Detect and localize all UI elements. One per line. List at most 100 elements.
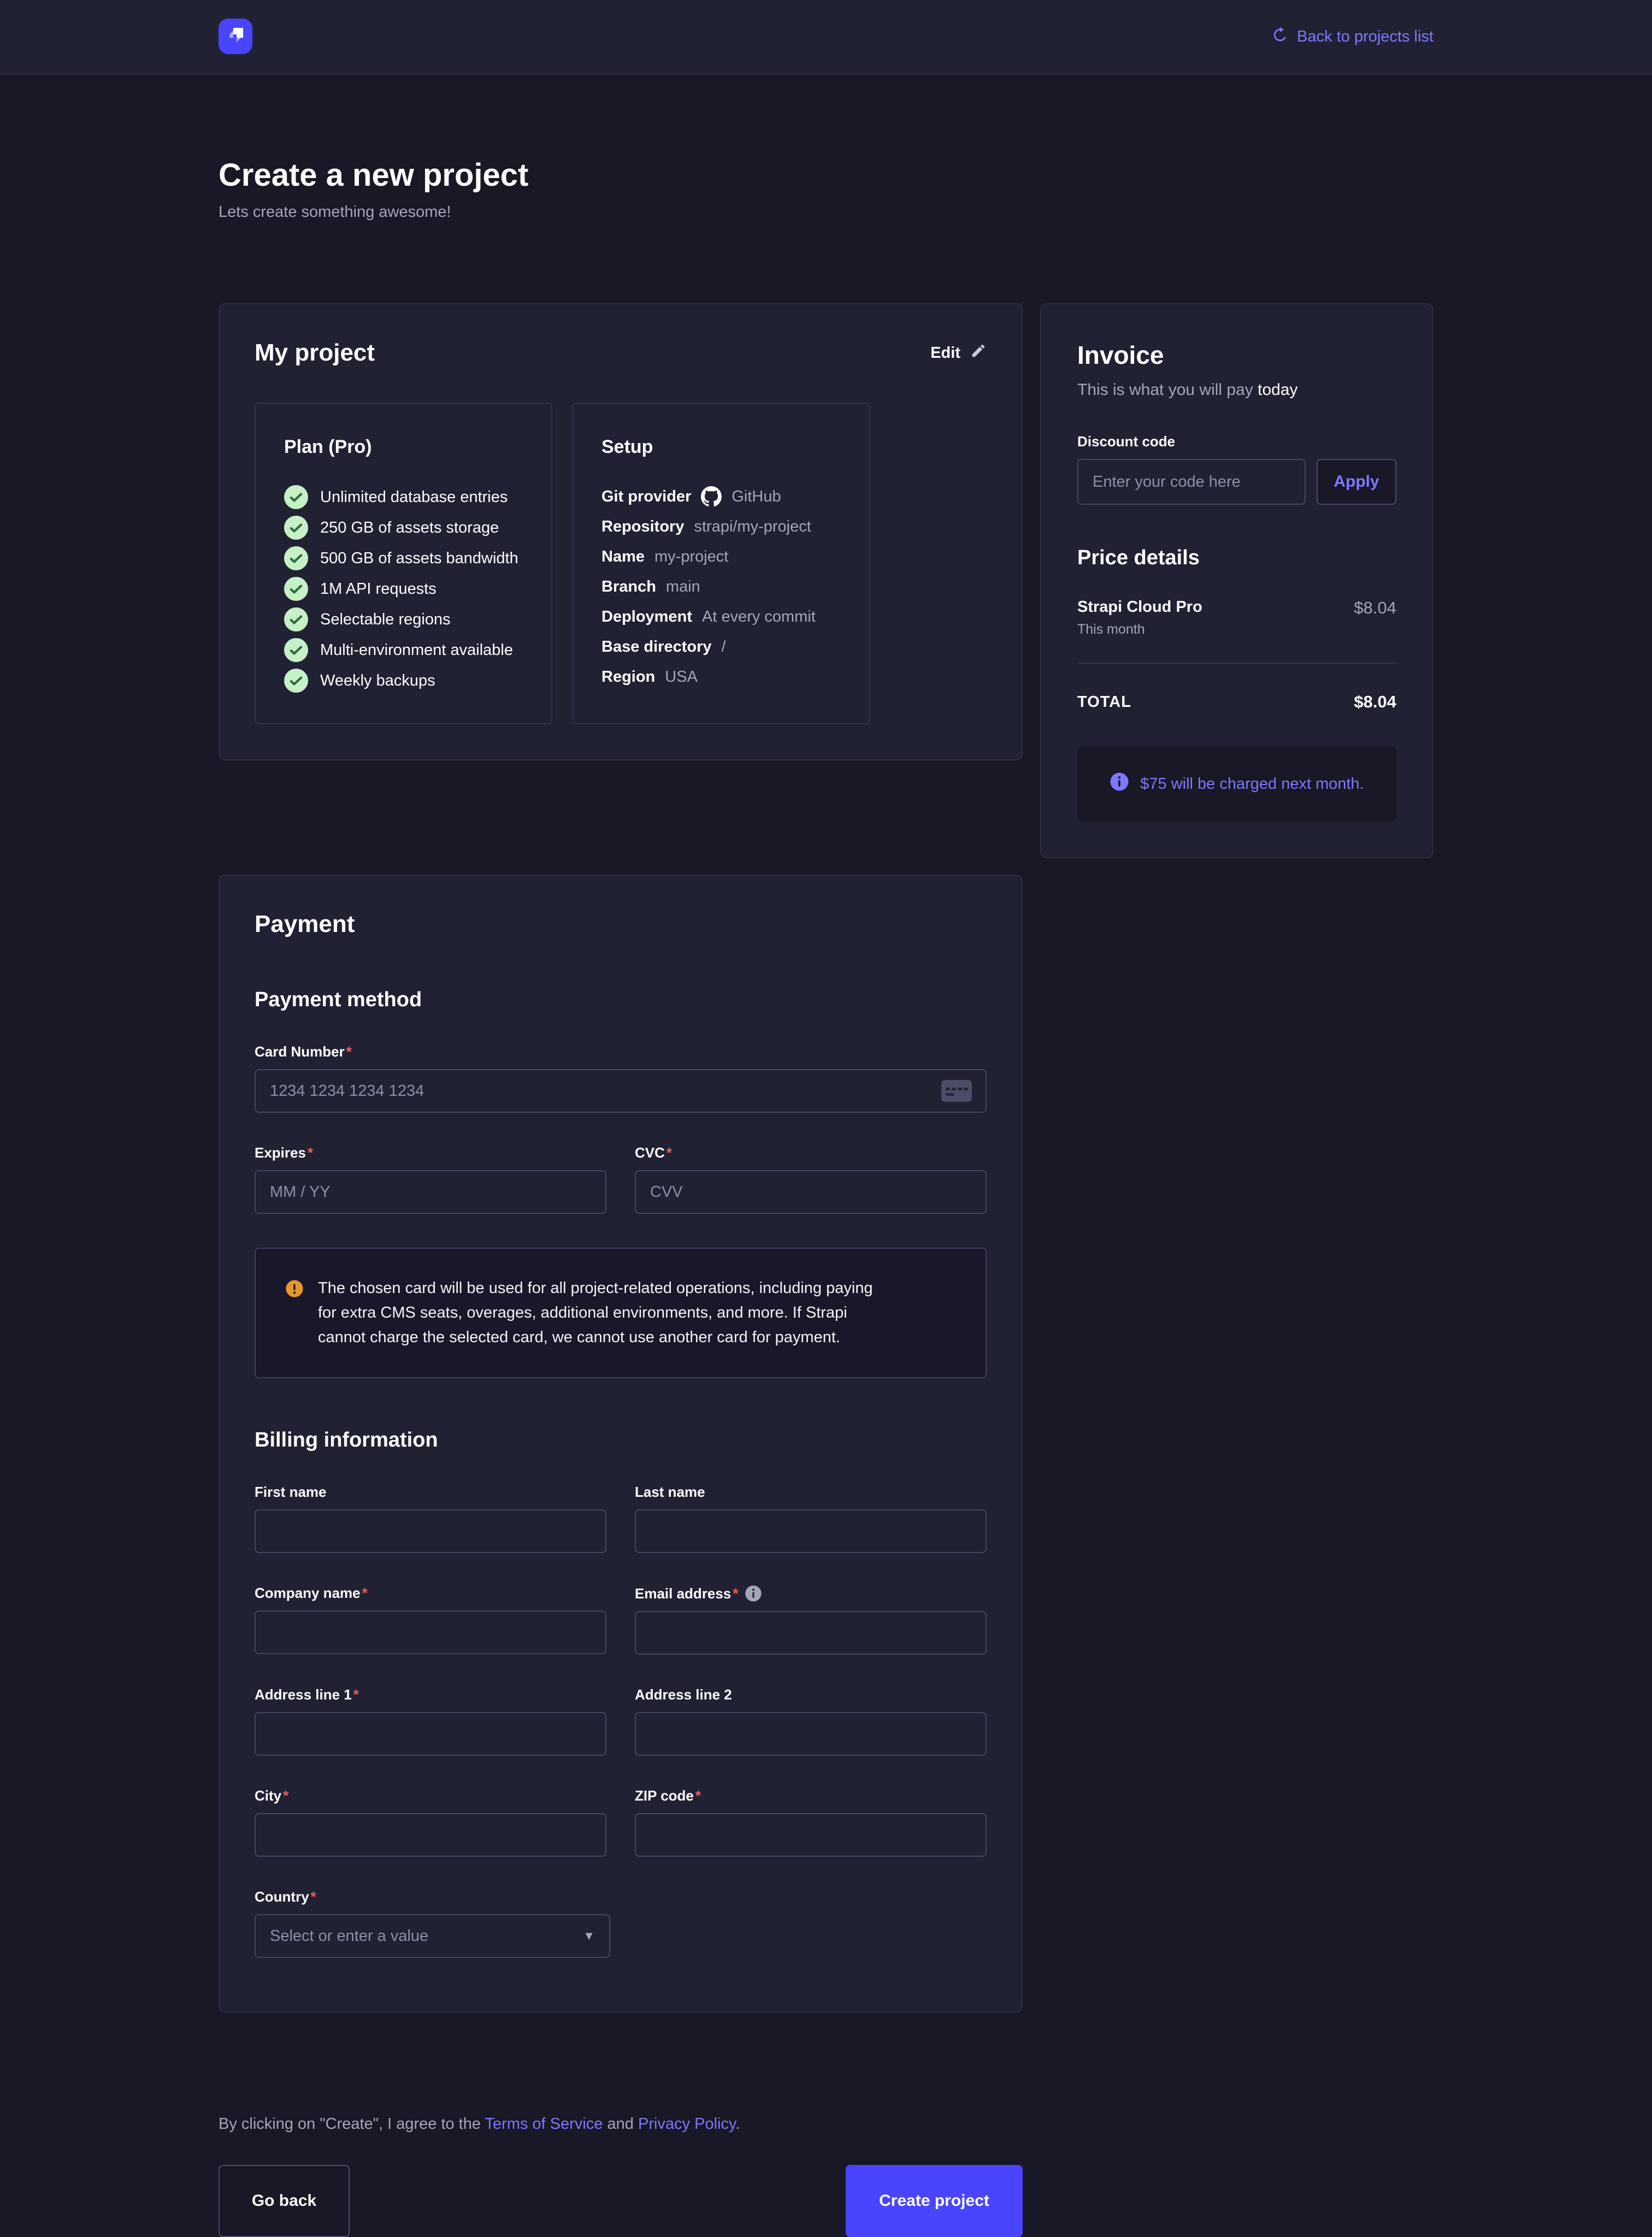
expires-input[interactable]: [255, 1170, 606, 1214]
setup-row-label: Region: [601, 668, 655, 686]
plan-box: Plan (Pro) Unlimited database entries 25…: [255, 403, 552, 724]
price-item-period: This month: [1077, 622, 1202, 638]
check-circle-icon: [284, 577, 308, 601]
app-header: Back to projects list: [0, 0, 1652, 75]
check-circle-icon: [284, 546, 308, 570]
go-back-button[interactable]: Go back: [219, 2165, 350, 2237]
expires-label: Expires: [255, 1144, 606, 1161]
setup-box: Setup Git provider GitHub Repository str…: [572, 403, 870, 724]
github-icon: [701, 486, 722, 507]
info-circle-icon: [1110, 772, 1129, 796]
zip-code-field: ZIP code: [635, 1756, 987, 1857]
warning-circle-icon: [285, 1276, 304, 1301]
setup-row-value: my-project: [654, 548, 728, 566]
total-row: TOTAL $8.04: [1077, 692, 1396, 712]
setup-row-value: At every commit: [702, 608, 816, 626]
address-line-1-field: Address line 1: [255, 1655, 606, 1756]
setup-row-value: main: [666, 578, 700, 596]
setup-row-name: Name my-project: [601, 545, 840, 568]
page-title: Create a new project: [219, 157, 1433, 193]
address-line-1-input[interactable]: [255, 1712, 606, 1756]
cvc-input[interactable]: [635, 1170, 987, 1214]
company-name-label: Company name: [255, 1585, 606, 1602]
page-subtitle: Lets create something awesome!: [219, 203, 1433, 221]
email-address-label: Email address: [635, 1585, 987, 1602]
privacy-policy-link[interactable]: Privacy Policy: [638, 2115, 735, 2133]
payment-title: Payment: [255, 911, 987, 938]
discount-code-label: Discount code: [1077, 433, 1396, 450]
plan-feature: 500 GB of assets bandwidth: [284, 546, 523, 570]
plan-feature: Selectable regions: [284, 607, 523, 631]
first-name-field: First name: [255, 1452, 606, 1553]
back-link-label: Back to projects list: [1297, 28, 1433, 46]
company-name-field: Company name: [255, 1553, 606, 1655]
plan-feature: Weekly backups: [284, 669, 523, 693]
price-item-amount: $8.04: [1354, 598, 1396, 638]
setup-row-base-directory: Base directory /: [601, 635, 840, 658]
edit-button[interactable]: Edit: [930, 343, 987, 363]
country-select-input[interactable]: [255, 1914, 610, 1958]
plan-title: Plan (Pro): [284, 436, 523, 458]
back-to-projects-link[interactable]: Back to projects list: [1271, 26, 1433, 48]
plan-feature-label: Weekly backups: [320, 672, 435, 690]
credit-card-icon: [941, 1079, 972, 1103]
check-circle-icon: [284, 638, 308, 662]
first-name-input[interactable]: [255, 1509, 606, 1553]
last-name-field: Last name: [635, 1452, 987, 1553]
setup-row-value: /: [722, 638, 726, 656]
strapi-cloud-logo[interactable]: [219, 20, 252, 54]
plan-feature-list: Unlimited database entries 250 GB of ass…: [284, 485, 523, 693]
zip-code-input[interactable]: [635, 1813, 987, 1857]
plan-feature-label: Unlimited database entries: [320, 488, 508, 506]
setup-row-label: Git provider: [601, 488, 691, 506]
payment-method-title: Payment method: [255, 988, 987, 1012]
invoice-title: Invoice: [1077, 340, 1396, 370]
plan-feature-label: 500 GB of assets bandwidth: [320, 550, 518, 568]
email-address-input[interactable]: [635, 1611, 987, 1655]
check-circle-icon: [284, 516, 308, 540]
email-info-icon[interactable]: [745, 1585, 762, 1602]
terms-line: By clicking on "Create", I agree to the …: [219, 2115, 1433, 2133]
address-line-2-label: Address line 2: [635, 1686, 987, 1703]
plan-feature-label: Multi-environment available: [320, 641, 513, 659]
discount-code-input[interactable]: [1077, 459, 1306, 505]
city-input[interactable]: [255, 1813, 606, 1857]
price-details-title: Price details: [1077, 546, 1396, 570]
setup-row-value: USA: [665, 668, 698, 686]
total-amount: $8.04: [1354, 692, 1396, 712]
next-month-notice: $75 will be charged next month.: [1077, 747, 1396, 821]
setup-row-label: Base directory: [601, 638, 712, 656]
plan-feature-label: 250 GB of assets storage: [320, 519, 499, 537]
address-line-2-input[interactable]: [635, 1712, 987, 1756]
billing-information-title: Billing information: [255, 1429, 987, 1452]
create-project-button[interactable]: Create project: [846, 2165, 1023, 2237]
setup-row-branch: Branch main: [601, 575, 840, 598]
plan-feature: 1M API requests: [284, 577, 523, 601]
expires-field: Expires: [255, 1113, 606, 1214]
country-label: Country: [255, 1888, 987, 1905]
zip-code-label: ZIP code: [635, 1787, 987, 1804]
last-name-input[interactable]: [635, 1509, 987, 1553]
terms-of-service-link[interactable]: Terms of Service: [485, 2115, 603, 2133]
card-number-input[interactable]: [255, 1069, 987, 1113]
country-field: Country ▼: [255, 1888, 987, 1958]
setup-row-value: strapi/my-project: [694, 518, 811, 536]
my-project-title: My project: [255, 339, 375, 367]
company-name-input[interactable]: [255, 1610, 606, 1654]
invoice-subtitle: This is what you will pay today: [1077, 381, 1396, 399]
setup-row-git-provider: Git provider GitHub: [601, 485, 840, 508]
plan-feature-label: 1M API requests: [320, 580, 436, 598]
setup-row-region: Region USA: [601, 665, 840, 688]
my-project-card: My project Edit Plan (Pro) Unlimited dat…: [219, 303, 1023, 760]
card-usage-warning-text: The chosen card will be used for all pro…: [318, 1276, 881, 1350]
country-select[interactable]: ▼: [255, 1914, 610, 1958]
first-name-label: First name: [255, 1484, 606, 1501]
check-circle-icon: [284, 607, 308, 631]
apply-discount-button[interactable]: Apply: [1317, 459, 1396, 505]
setup-row-value: GitHub: [731, 488, 781, 506]
price-line-item: Strapi Cloud Pro This month $8.04: [1077, 598, 1396, 638]
card-number-label: Card Number: [255, 1043, 987, 1060]
price-item-name: Strapi Cloud Pro: [1077, 598, 1202, 616]
back-arrow-icon: [1271, 26, 1288, 48]
address-line-2-field: Address line 2: [635, 1655, 987, 1756]
